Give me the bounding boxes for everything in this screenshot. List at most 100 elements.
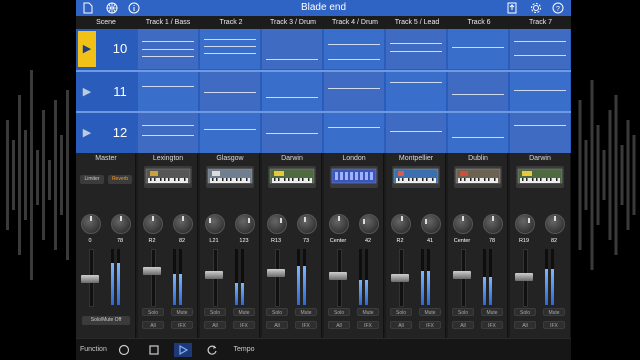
ifx-button[interactable]: IFX [171,321,193,329]
solo-button[interactable]: Solo [266,308,288,316]
clip[interactable] [200,113,260,153]
master-knob-left[interactable] [81,214,101,234]
channel-name[interactable]: Dublin [448,153,508,164]
clip[interactable] [200,72,260,112]
volume-fader[interactable] [267,269,285,278]
ifx-button[interactable]: IFX [233,321,255,329]
solo-button[interactable]: Solo [142,308,164,316]
pan-knob[interactable] [453,214,473,234]
ifx-button[interactable]: IFX [419,321,441,329]
tempo-button[interactable]: Tempo [232,343,256,357]
channel-name[interactable]: Lexington [138,153,198,164]
send-knob[interactable] [421,214,441,234]
mute-button[interactable]: Mute [233,308,255,316]
track-header-1[interactable]: Track 1 / Bass [137,16,199,29]
stop-icon[interactable] [146,343,162,357]
channel-name[interactable]: Glasgow [200,153,260,164]
channel-name[interactable]: Montpellier [386,153,446,164]
instrument-thumbnail[interactable] [206,166,254,188]
clip[interactable] [262,29,322,69]
info-icon[interactable] [126,0,142,16]
track-header-2[interactable]: Track 2 [200,16,262,29]
clip[interactable] [324,113,384,153]
all-button[interactable]: All [390,321,412,329]
master-knob-right[interactable] [111,214,131,234]
send-knob[interactable] [297,214,317,234]
pan-knob[interactable] [143,214,163,234]
all-button[interactable]: All [452,321,474,329]
all-button[interactable]: All [142,321,164,329]
instrument-thumbnail[interactable] [330,166,378,188]
ifx-button[interactable]: IFX [543,321,565,329]
clip[interactable] [324,29,384,69]
send-knob[interactable] [483,214,503,234]
solo-button[interactable]: Solo [204,308,226,316]
pan-knob[interactable] [515,214,535,234]
clip[interactable] [510,29,570,69]
solo-button[interactable]: Solo [328,308,350,316]
clip[interactable] [448,72,508,112]
mute-button[interactable]: Mute [357,308,379,316]
all-button[interactable]: All [204,321,226,329]
limiter-button[interactable]: Limiter [80,175,104,184]
song-title[interactable]: Blade end [256,0,391,16]
solo-mute-off-button[interactable]: Solo/Mute Off [82,316,130,325]
function-button[interactable]: Function [80,343,107,357]
clip[interactable] [262,72,322,112]
send-knob[interactable] [235,214,255,234]
all-button[interactable]: All [328,321,350,329]
ifx-button[interactable]: IFX [481,321,503,329]
clip[interactable] [324,72,384,112]
instrument-thumbnail[interactable] [144,166,192,188]
help-icon[interactable]: ? [550,0,566,16]
send-knob[interactable] [545,214,565,234]
mute-button[interactable]: Mute [543,308,565,316]
instrument-thumbnail[interactable] [392,166,440,188]
pan-knob[interactable] [391,214,411,234]
channel-name[interactable]: London [324,153,384,164]
gear-icon[interactable] [528,0,544,16]
instrument-thumbnail[interactable] [268,166,316,188]
play-scene-icon[interactable]: ▶ [78,115,96,151]
pan-knob[interactable] [329,214,349,234]
ifx-button[interactable]: IFX [295,321,317,329]
volume-fader[interactable] [453,270,471,279]
solo-button[interactable]: Solo [514,308,536,316]
volume-fader[interactable] [329,272,347,281]
clip[interactable] [138,113,198,153]
ifx-button[interactable]: IFX [357,321,379,329]
clip[interactable] [448,113,508,153]
volume-fader[interactable] [515,273,533,281]
all-button[interactable]: All [266,321,288,329]
volume-fader[interactable] [143,267,161,276]
solo-button[interactable]: Solo [390,308,412,316]
clip[interactable] [510,113,570,153]
clip[interactable] [138,72,198,112]
pan-knob[interactable] [205,214,225,234]
globe-icon[interactable] [104,0,120,16]
volume-fader[interactable] [81,275,99,284]
channel-name[interactable]: Darwin [510,153,570,164]
volume-fader[interactable] [205,270,223,279]
clip[interactable] [262,113,322,153]
solo-button[interactable]: Solo [452,308,474,316]
clip[interactable] [386,113,446,153]
play-scene-icon[interactable]: ▶ [78,31,96,67]
reverb-button[interactable]: Reverb [108,175,132,184]
clip[interactable] [448,29,508,69]
instrument-thumbnail[interactable] [454,166,502,188]
clip[interactable] [386,29,446,69]
document-icon[interactable] [80,0,96,16]
loop-icon[interactable] [204,343,220,357]
mute-button[interactable]: Mute [481,308,503,316]
volume-fader[interactable] [391,273,409,282]
send-knob[interactable] [359,214,379,234]
track-header-4[interactable]: Track 4 / Drum [324,16,386,29]
pan-knob[interactable] [267,214,287,234]
mute-button[interactable]: Mute [419,308,441,316]
track-header-3[interactable]: Track 3 / Drum [262,16,324,29]
clip[interactable] [510,72,570,112]
mute-button[interactable]: Mute [171,308,193,316]
track-header-7[interactable]: Track 7 [510,16,571,29]
play-scene-icon[interactable]: ▶ [78,74,96,110]
